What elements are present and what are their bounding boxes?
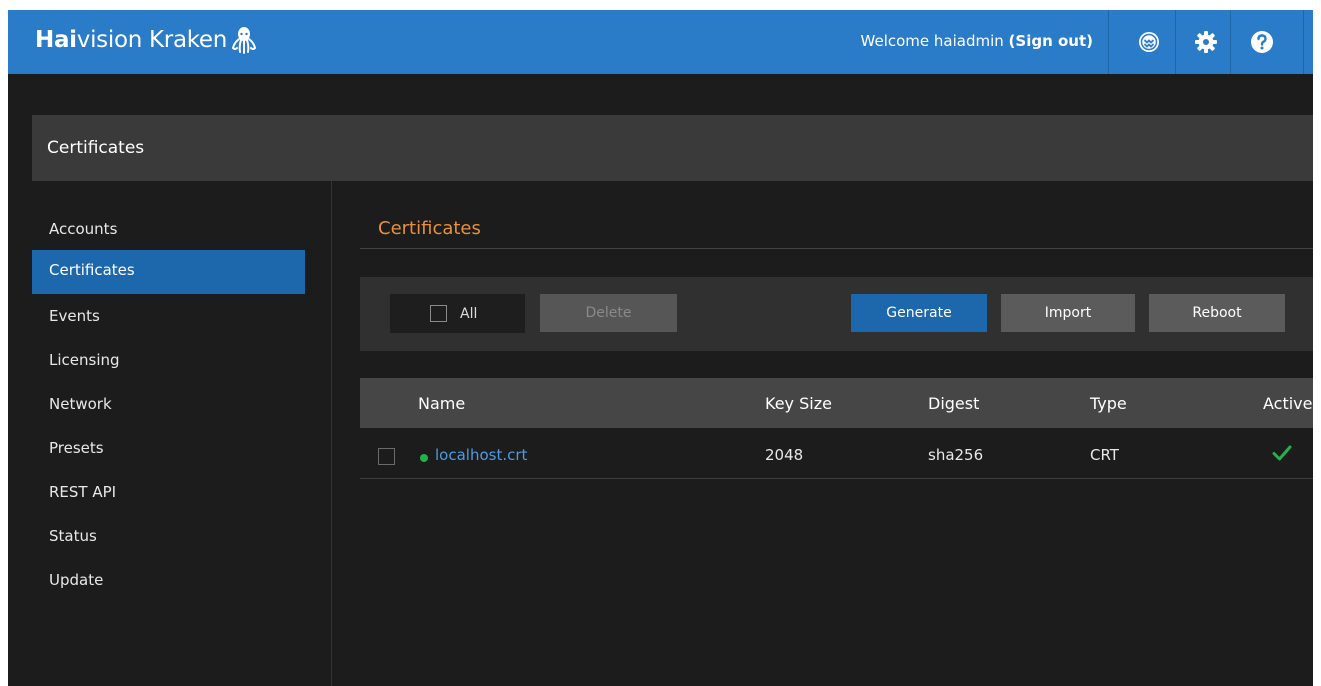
table-header: Name Key Size Digest Type Active: [360, 378, 1313, 428]
column-header-key-size[interactable]: Key Size: [765, 394, 832, 413]
sidebar-item-network[interactable]: Network: [32, 382, 305, 426]
sidebar-item-certificates[interactable]: Certificates: [32, 250, 305, 294]
reboot-button[interactable]: Reboot: [1149, 294, 1285, 332]
sync-status-button[interactable]: [1133, 26, 1165, 58]
column-header-type[interactable]: Type: [1090, 394, 1127, 413]
select-all-toggle[interactable]: All: [390, 294, 525, 333]
delete-button[interactable]: Delete: [540, 294, 677, 332]
help-button[interactable]: [1246, 26, 1278, 58]
sidebar-item-status[interactable]: Status: [32, 514, 305, 558]
sidebar-nav: Accounts Certificates Events Licensing N…: [32, 181, 332, 686]
active-cell: [1272, 444, 1292, 466]
table-row[interactable]: localhost.crt 2048 sha256 CRT: [360, 432, 1313, 479]
key-size-cell: 2048: [765, 446, 804, 464]
welcome-text: Welcome haiadmin: [860, 32, 1004, 50]
column-header-active[interactable]: Active: [1263, 394, 1313, 413]
section-title: Certificates: [378, 218, 481, 239]
octopus-logo-icon: [231, 27, 257, 54]
certificate-name-link[interactable]: localhost.crt: [435, 446, 527, 464]
header-divider: [1108, 10, 1109, 74]
brand-name: vision Kraken: [76, 27, 228, 53]
checkmark-icon: [1272, 445, 1292, 461]
settings-button[interactable]: [1190, 26, 1222, 58]
select-all-label: All: [460, 305, 478, 322]
sidebar-item-rest-api[interactable]: REST API: [32, 470, 305, 514]
header-divider: [1230, 10, 1231, 74]
status-dot-icon: [420, 454, 428, 462]
row-checkbox[interactable]: [378, 448, 395, 465]
sync-icon: [1139, 32, 1159, 52]
select-all-checkbox[interactable]: [430, 305, 447, 322]
gear-icon: [1195, 31, 1217, 53]
digest-cell: sha256: [928, 446, 984, 464]
sidebar-item-accounts[interactable]: Accounts: [32, 208, 305, 250]
generate-button[interactable]: Generate: [851, 294, 987, 332]
page-title: Certificates: [47, 138, 145, 158]
brand-bold: Hai: [35, 27, 77, 53]
type-cell: CRT: [1090, 446, 1119, 464]
section-divider: [360, 248, 1313, 249]
header-divider: [1303, 10, 1304, 74]
import-button[interactable]: Import: [1001, 294, 1135, 332]
sidebar-item-presets[interactable]: Presets: [32, 426, 305, 470]
help-icon: [1251, 31, 1273, 53]
column-header-digest[interactable]: Digest: [928, 394, 979, 413]
welcome-message: Welcome haiadmin (Sign out): [861, 32, 1093, 50]
header-divider: [1175, 10, 1176, 74]
sign-out-link[interactable]: (Sign out): [1009, 32, 1093, 50]
top-bar: Haivision Kraken Welcome haiadmin (Sign: [8, 10, 1313, 74]
certificate-toolbar: All Delete Generate Import Reboot: [360, 277, 1313, 351]
page-title-bar: Certificates: [32, 115, 1313, 181]
sidebar-item-licensing[interactable]: Licensing: [32, 338, 305, 382]
sidebar-item-update[interactable]: Update: [32, 558, 305, 602]
sidebar-item-events[interactable]: Events: [32, 294, 305, 338]
column-header-name[interactable]: Name: [418, 394, 465, 413]
app-window: Haivision Kraken Welcome haiadmin (Sign: [8, 10, 1313, 686]
brand-logo[interactable]: Hai vision Kraken: [35, 25, 257, 55]
